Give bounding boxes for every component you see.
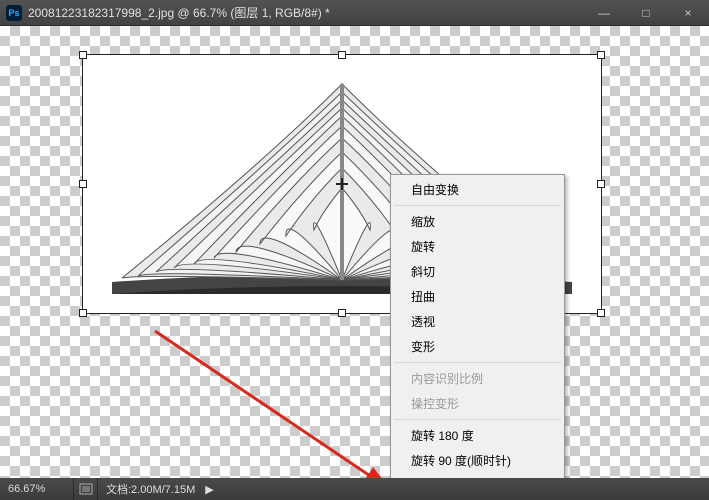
minimize-button[interactable]: — — [583, 0, 625, 25]
menu-separator — [394, 205, 561, 206]
photoshop-icon: Ps — [6, 5, 22, 21]
menu-item[interactable]: 旋转 90 度(顺时针) — [393, 448, 562, 473]
menu-item: 操控变形 — [393, 391, 562, 416]
document-title: 20081223182317998_2.jpg @ 66.7% (图层 1, R… — [28, 4, 583, 21]
menu-item[interactable]: 扭曲 — [393, 284, 562, 309]
status-doc-text: 文档:2.00M/7.15M — [106, 481, 195, 497]
menu-item: 内容识别比例 — [393, 366, 562, 391]
menu-separator — [394, 419, 561, 420]
status-zoom-level[interactable]: 66.67% — [0, 478, 74, 500]
preview-icon — [79, 483, 93, 495]
titlebar: Ps 20081223182317998_2.jpg @ 66.7% (图层 1… — [0, 0, 709, 26]
menu-item[interactable]: 旋转 180 度 — [393, 423, 562, 448]
statusbar: 66.67% 文档:2.00M/7.15M ▶ — [0, 478, 709, 500]
menu-item[interactable]: 旋转 — [393, 234, 562, 259]
menu-item[interactable]: 自由变换 — [393, 177, 562, 202]
close-button[interactable]: × — [667, 0, 709, 25]
maximize-button[interactable]: □ — [625, 0, 667, 25]
status-arrow-icon: ▶ — [195, 483, 223, 496]
menu-item[interactable]: 缩放 — [393, 209, 562, 234]
window-controls: — □ × — [583, 0, 709, 25]
canvas-area[interactable]: 自由变换缩放旋转斜切扭曲透视变形内容识别比例操控变形旋转 180 度旋转 90 … — [0, 26, 709, 478]
menu-item[interactable]: 斜切 — [393, 259, 562, 284]
menu-separator — [394, 362, 561, 363]
transform-context-menu: 自由变换缩放旋转斜切扭曲透视变形内容识别比例操控变形旋转 180 度旋转 90 … — [390, 174, 565, 478]
menu-item[interactable]: 透视 — [393, 309, 562, 334]
app-window: Ps 20081223182317998_2.jpg @ 66.7% (图层 1… — [0, 0, 709, 500]
status-document-info[interactable]: 文档:2.00M/7.15M ▶ — [98, 481, 709, 497]
menu-item[interactable]: 变形 — [393, 334, 562, 359]
status-preview-icon[interactable] — [74, 478, 98, 500]
